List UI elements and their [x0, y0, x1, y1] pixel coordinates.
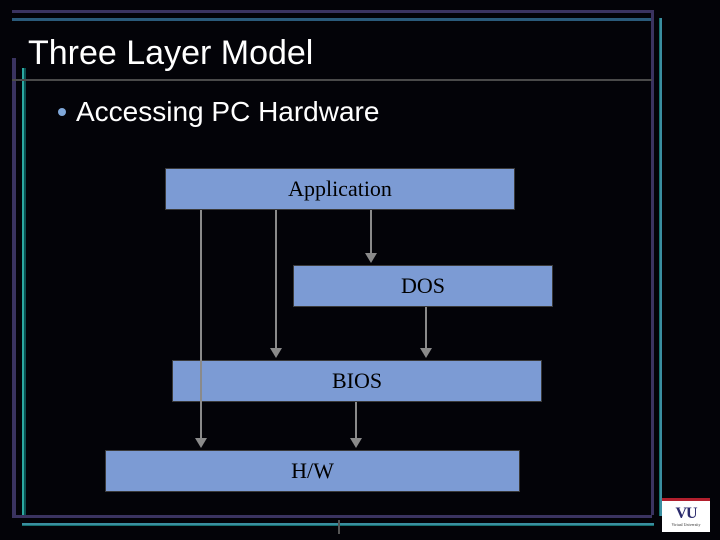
arrow-application-to-hw: [200, 210, 202, 446]
frame-line: [12, 515, 652, 518]
footer-tick: [338, 520, 340, 534]
layer-diagram: Application DOS BIOS H/W: [50, 160, 610, 490]
logo-text: VU: [675, 506, 696, 522]
logo-subtext: Virtual University: [672, 523, 701, 527]
title-underline: [12, 79, 652, 81]
box-dos: DOS: [293, 265, 553, 307]
vu-logo: VU Virtual University: [662, 498, 710, 532]
bullet-item: Accessing PC Hardware: [58, 96, 618, 128]
box-hw: H/W: [105, 450, 520, 492]
arrow-application-to-dos: [370, 210, 372, 261]
body: Accessing PC Hardware: [58, 96, 618, 150]
title-row: Three Layer Model: [28, 30, 638, 76]
frame-line: [22, 68, 26, 518]
box-application: Application: [165, 168, 515, 210]
bullet-dot-icon: [58, 108, 66, 116]
arrow-application-to-bios: [275, 210, 277, 356]
frame-line: [12, 10, 652, 13]
bullet-text: Accessing PC Hardware: [76, 96, 379, 128]
page-title: Three Layer Model: [28, 34, 313, 73]
frame-line: [659, 18, 662, 516]
arrow-dos-to-bios: [425, 307, 427, 356]
frame-line: [12, 18, 652, 21]
box-bios: BIOS: [172, 360, 542, 402]
frame-line: [651, 10, 654, 515]
slide: Three Layer Model Accessing PC Hardware …: [0, 0, 720, 540]
arrow-bios-to-hw: [355, 402, 357, 446]
frame-line: [12, 58, 16, 518]
